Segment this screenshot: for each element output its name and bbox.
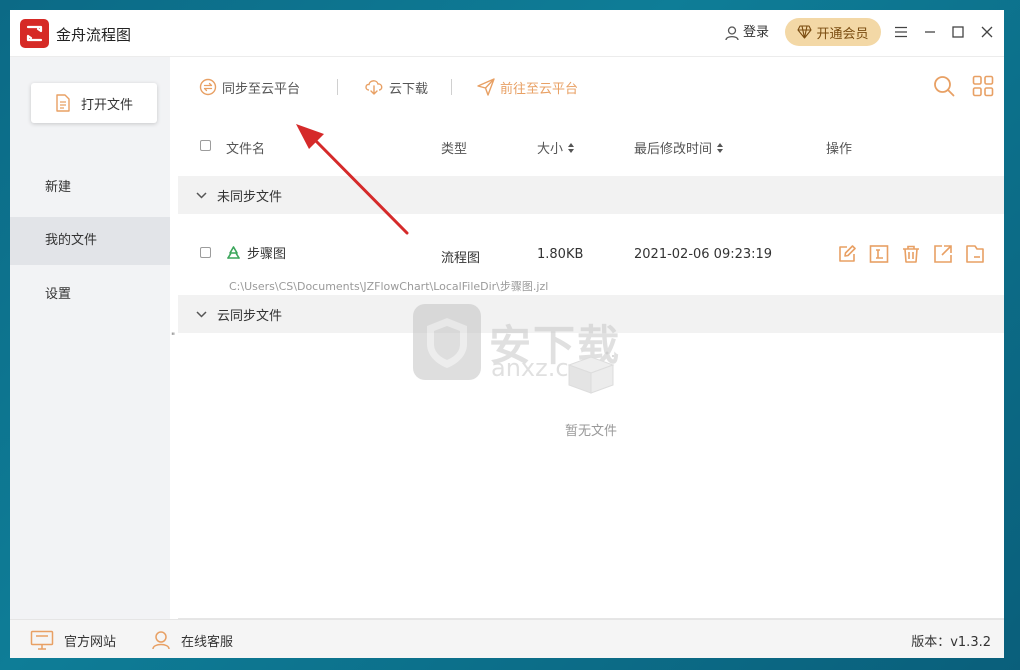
chevron-down-icon [196,191,207,199]
sidebar-collapse-handle[interactable]: " [171,332,177,342]
minimize-icon [925,31,935,33]
empty-text: 暂无文件 [564,424,617,439]
file-modified: 2021-02-06 09:23:19 [634,247,773,262]
grid-view-icon [972,75,994,97]
rename-icon [869,245,889,263]
watermark: 安下载 anxz.com [411,302,661,384]
website-label: 官方网站 [64,634,117,650]
shield-icon [413,304,481,380]
login-button[interactable]: 登录 [724,22,769,44]
file-type: 流程图 [441,251,481,266]
sync-label: 同步至云平台 [222,81,301,97]
save-as-icon [966,245,984,263]
login-label: 登录 [743,25,770,40]
website-link[interactable]: 官方网站 [30,630,116,650]
minimize-button[interactable] [919,21,941,43]
vip-button[interactable]: 开通会员 [785,18,881,46]
app-title: 金舟流程图 [56,26,132,44]
header-modified-label: 最后修改时间 [634,142,713,157]
group-unsynced[interactable]: 未同步文件 [178,176,1004,214]
app-window: 金舟流程图 登录 开通会员 打开文件 新建 我的文件 设置 " 同步至云平台 云… [10,10,1004,658]
table-header: 文件名 类型 大小 最后修改时间 操作 [178,127,1004,165]
table-row[interactable]: 步骤图 流程图 1.80KB 2021-02-06 09:23:19 C:\Us… [178,215,1004,295]
row-checkbox[interactable] [200,247,211,258]
sync-icon [199,78,217,96]
sidebar-item-my-files[interactable]: 我的文件 [10,217,170,265]
goto-cloud-button[interactable]: 前往至云平台 [477,77,578,97]
support-icon [152,631,170,650]
export-icon [934,245,952,263]
sidebar-item-settings[interactable]: 设置 [10,271,170,319]
export-button[interactable] [933,244,953,264]
group-unsynced-label: 未同步文件 [217,189,283,205]
sidebar: 打开文件 新建 我的文件 设置 [10,57,170,619]
toolbar-divider [451,79,452,95]
menu-icon [895,26,907,38]
sidebar-item-new[interactable]: 新建 [10,164,170,212]
file-name: 步骤图 [247,247,287,262]
user-icon [725,26,739,41]
send-icon [477,78,495,96]
sync-to-cloud-button[interactable]: 同步至云平台 [199,77,300,97]
close-icon [981,26,993,38]
rename-button[interactable] [869,244,889,264]
cloud-download-icon [365,80,383,95]
edit-icon [839,245,856,262]
file-icon [56,94,70,112]
delete-button[interactable] [901,244,921,264]
group-synced-label: 云同步文件 [217,308,283,324]
app-logo [20,19,49,48]
cloud-download-button[interactable]: 云下载 [364,77,428,97]
file-path: C:\Users\CS\Documents\JZFlowChart\LocalF… [229,280,549,293]
grid-view-button[interactable] [970,73,996,99]
header-modified[interactable]: 最后修改时间 [634,138,724,157]
sort-icon [717,142,724,153]
file-name-cell: 步骤图 [226,243,286,262]
search-button[interactable] [931,73,957,99]
search-icon [934,76,955,97]
chevron-down-icon [196,310,207,318]
title-bar: 金舟流程图 登录 开通会员 [10,10,1004,57]
support-label: 在线客服 [181,634,234,650]
header-name: 文件名 [226,142,266,157]
toolbar-divider [337,79,338,95]
maximize-icon [952,26,964,38]
sort-icon [568,142,575,153]
select-all-checkbox[interactable] [200,140,211,151]
header-actions: 操作 [826,142,853,157]
header-size[interactable]: 大小 [537,138,575,157]
file-size: 1.80KB [537,247,584,262]
recycle-icon [227,245,240,259]
download-label: 云下载 [389,81,429,97]
trash-icon [903,245,919,263]
save-as-button[interactable] [965,244,985,264]
monitor-icon [30,630,54,650]
diamond-icon [797,25,813,39]
open-file-label: 打开文件 [80,97,133,113]
vip-label: 开通会员 [816,26,869,42]
header-size-label: 大小 [537,142,564,157]
support-link[interactable]: 在线客服 [151,630,233,650]
maximize-button[interactable] [947,21,969,43]
header-type: 类型 [441,142,468,157]
open-file-button[interactable]: 打开文件 [31,83,157,123]
toolbar: 同步至云平台 云下载 前往至云平台 [178,57,1004,115]
goto-label: 前往至云平台 [500,81,579,97]
footer: 官方网站 在线客服 版本：v1.3.2 [10,619,1004,658]
close-button[interactable] [976,21,998,43]
edit-button[interactable] [837,244,857,264]
version-text: 版本：v1.3.2 [911,635,991,650]
empty-box-icon [561,347,621,401]
menu-button[interactable] [890,21,912,43]
main-panel: 同步至云平台 云下载 前往至云平台 文件名 类型 大小 最后修改时间 操作 未同… [178,57,1004,619]
